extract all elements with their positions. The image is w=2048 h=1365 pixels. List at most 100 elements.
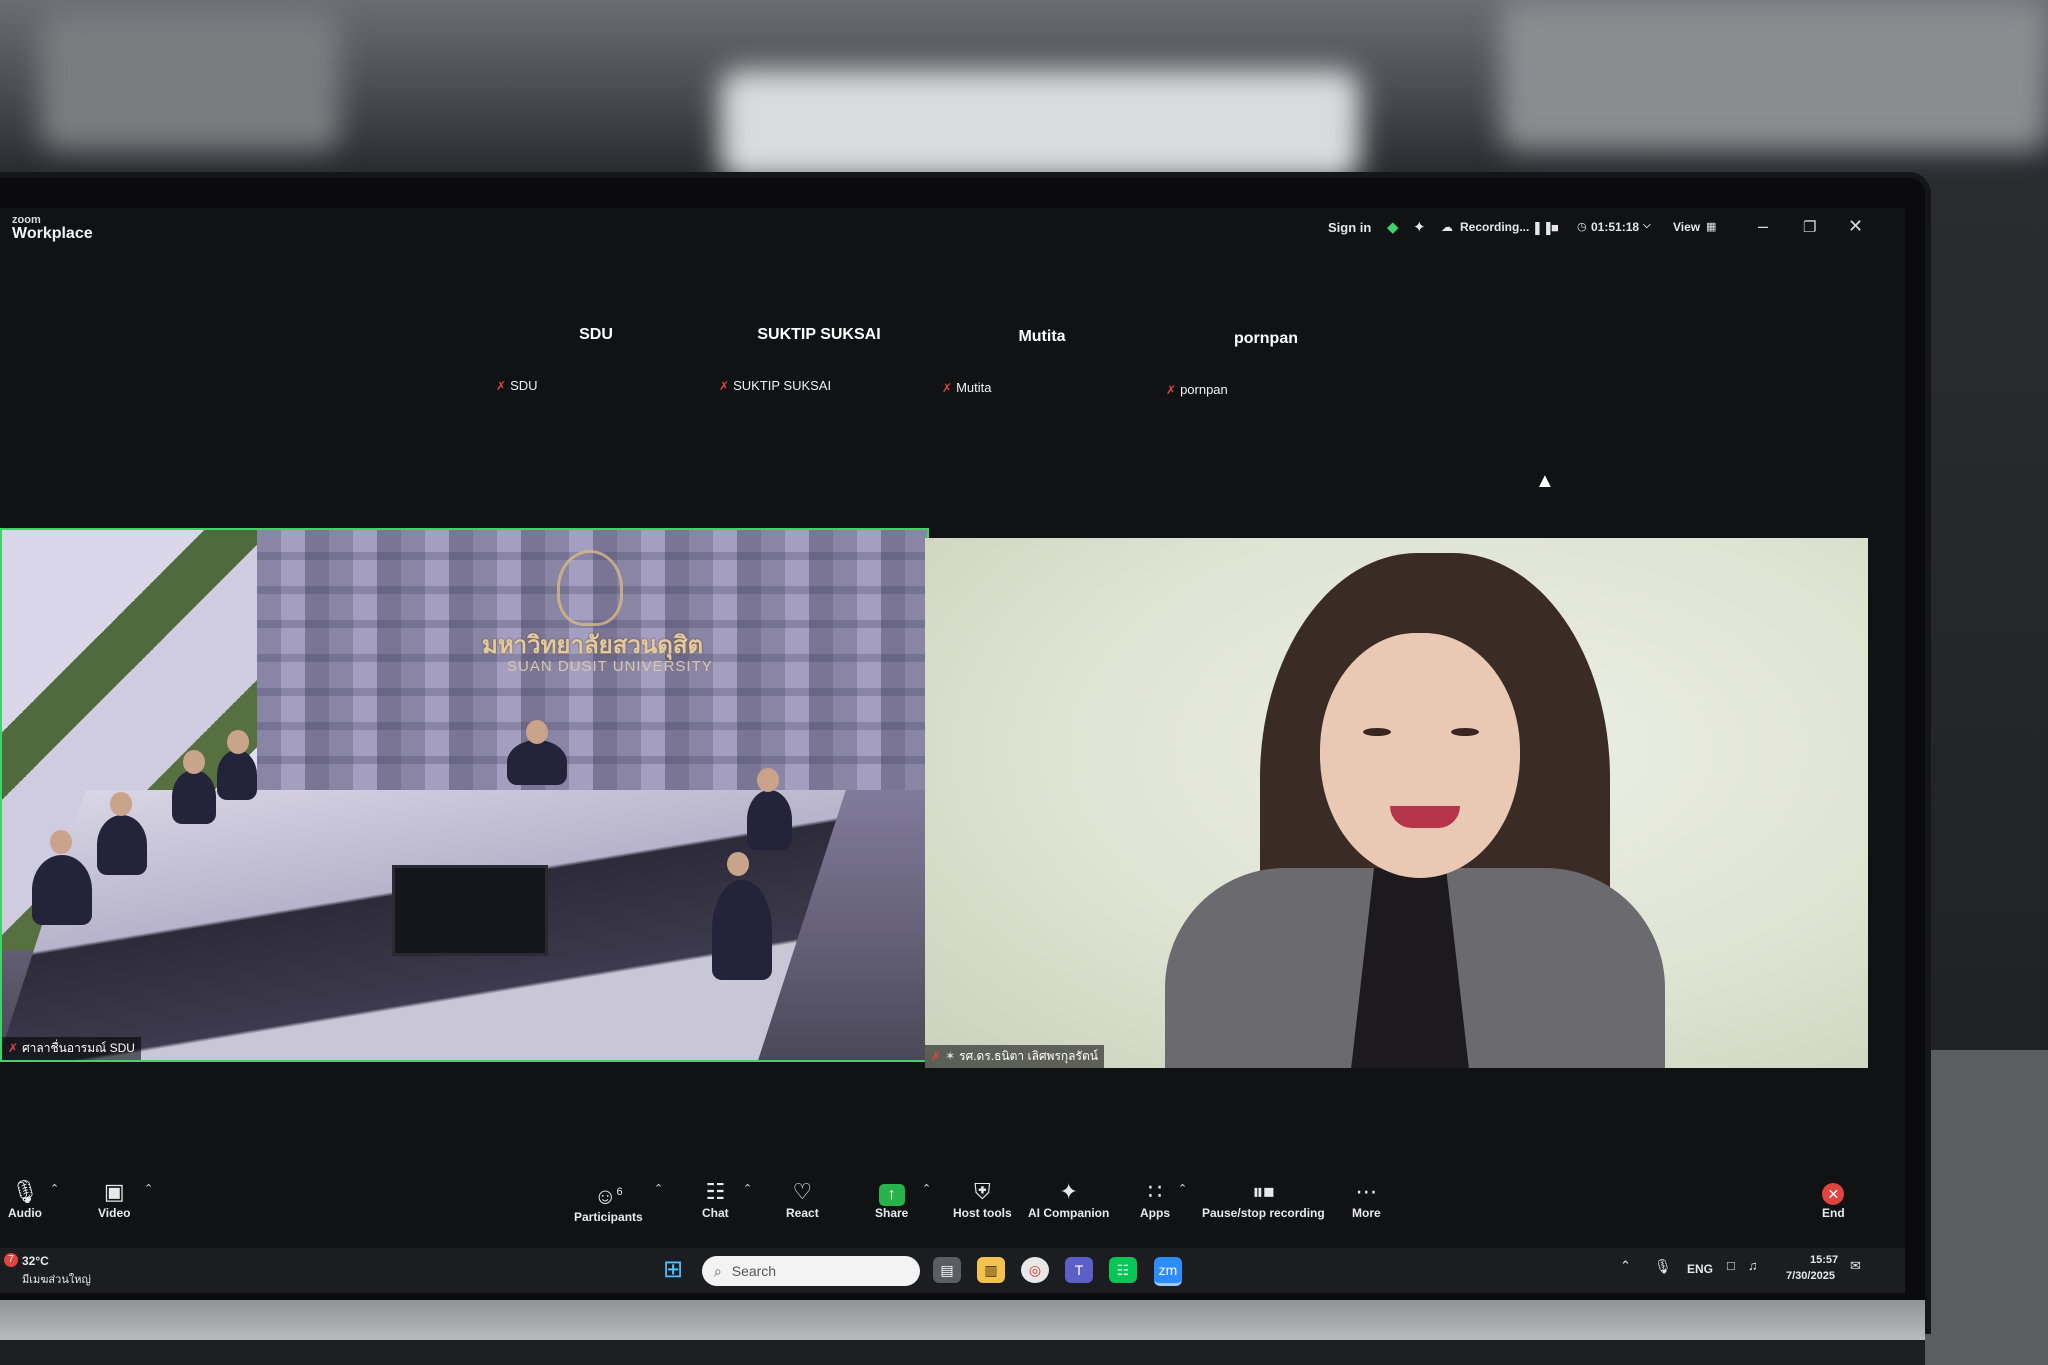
react-button[interactable]: ♡ React bbox=[786, 1178, 819, 1220]
person-head bbox=[757, 768, 779, 792]
more-label: More bbox=[1352, 1206, 1381, 1220]
shield-icon[interactable]: ◆ bbox=[1387, 218, 1399, 236]
participants-button[interactable]: ☺6 Participants bbox=[574, 1178, 643, 1224]
grid-view-icon[interactable]: ▦ bbox=[1706, 220, 1716, 233]
network-icon[interactable]: □ bbox=[1727, 1258, 1735, 1273]
host-shield-icon: ⛨ bbox=[974, 1179, 991, 1204]
person-head bbox=[526, 720, 548, 744]
participant-name: SUKTIP SUKSAI bbox=[757, 326, 881, 343]
video-label: Video bbox=[98, 1206, 131, 1220]
close-icon[interactable]: ✕ bbox=[1848, 216, 1863, 237]
teams-icon[interactable]: T bbox=[1065, 1257, 1093, 1283]
participant-label-text: Mutita bbox=[956, 380, 992, 395]
speaker-face bbox=[1320, 633, 1520, 878]
chevron-down-icon[interactable]: ⌵ bbox=[1643, 220, 1651, 231]
volume-icon[interactable]: ♫ bbox=[1748, 1258, 1758, 1273]
taskbar-search[interactable]: ⌕ Search bbox=[702, 1256, 920, 1286]
participant-label: ✗ SDU bbox=[496, 378, 538, 393]
attendee bbox=[747, 790, 792, 850]
input-language[interactable]: ENG bbox=[1687, 1262, 1713, 1276]
attendee bbox=[712, 880, 772, 980]
task-view-icon[interactable]: ▤ bbox=[933, 1257, 961, 1283]
tray-overflow-icon[interactable]: ⌃ bbox=[1620, 1258, 1631, 1274]
video-tile-speaker[interactable]: ✗ ✶ รศ.ดร.ธนิตา เลิศพรกุลรัตน์ bbox=[925, 538, 1868, 1068]
attendee bbox=[32, 855, 92, 925]
share-arrow-icon: ↑ bbox=[878, 1184, 905, 1206]
clock-date[interactable]: 7/30/2025 bbox=[1786, 1270, 1835, 1282]
more-button[interactable]: ⋯ More bbox=[1352, 1178, 1381, 1220]
view-button[interactable]: View bbox=[1673, 220, 1700, 234]
participant-label-text: SDU bbox=[510, 378, 538, 393]
clock-time[interactable]: 15:57 bbox=[1810, 1254, 1838, 1266]
desk-surface bbox=[1925, 1050, 2048, 1365]
pause-stop-recording-button[interactable]: ⏸⏹ Pause/stop recording bbox=[1202, 1178, 1325, 1220]
minimize-icon[interactable]: – bbox=[1758, 216, 1768, 237]
chat-button[interactable]: ☷ Chat bbox=[702, 1178, 729, 1220]
share-label: Share bbox=[875, 1206, 909, 1220]
participant-label: ✗ Mutita bbox=[942, 380, 991, 395]
audio-button[interactable]: 🎙︎ Audio bbox=[8, 1178, 42, 1220]
participant-name: pornpan bbox=[1234, 330, 1298, 347]
university-emblem bbox=[557, 550, 623, 626]
ai-companion-label: AI Companion bbox=[1028, 1206, 1110, 1220]
mic-muted-icon: ✗ bbox=[931, 1049, 942, 1063]
attendee bbox=[97, 815, 147, 875]
zoom-taskbar-icon[interactable]: zm bbox=[1154, 1257, 1182, 1286]
ai-sparkle-icon[interactable]: ✦ bbox=[1413, 218, 1426, 236]
video-button[interactable]: ▣ Video bbox=[98, 1178, 130, 1220]
weather-temperature[interactable]: 32°C bbox=[22, 1254, 49, 1268]
conference-monitor bbox=[392, 865, 548, 956]
host-tools-button[interactable]: ⛨ Host tools bbox=[953, 1178, 1012, 1220]
laptop-monitor: zoom Workplace Sign in ◆ ✦ ☁ Recording..… bbox=[0, 178, 1925, 1328]
mic-muted-icon: ✗ bbox=[719, 379, 730, 393]
restore-icon[interactable]: ❐ bbox=[1803, 218, 1816, 236]
apps-button[interactable]: ∷ Apps bbox=[1140, 1178, 1170, 1220]
video-options-caret-icon[interactable]: ⌃ bbox=[144, 1182, 153, 1195]
sign-in-link[interactable]: Sign in bbox=[1328, 220, 1371, 235]
file-explorer-icon[interactable]: ▥ bbox=[977, 1257, 1005, 1283]
apps-options-caret-icon[interactable]: ⌃ bbox=[1178, 1182, 1187, 1195]
participants-options-caret-icon[interactable]: ⌃ bbox=[654, 1182, 663, 1195]
background-wall bbox=[1500, 0, 2048, 150]
video-name-tag: ✗ ✶ รศ.ดร.ธนิตา เลิศพรกุลรัตน์ bbox=[925, 1045, 1104, 1068]
chrome-icon[interactable]: ◎ bbox=[1021, 1257, 1049, 1283]
end-button[interactable]: ✕ End bbox=[1822, 1178, 1845, 1220]
video-name-tag-text: ศาลาชื่นอารมณ์ SDU bbox=[22, 1041, 135, 1055]
search-icon: ⌕ bbox=[714, 1263, 722, 1279]
share-options-caret-icon[interactable]: ⌃ bbox=[922, 1182, 931, 1195]
zoom-window: zoom Workplace Sign in ◆ ✦ ☁ Recording..… bbox=[0, 208, 1905, 1293]
participant-label: ✗ pornpan bbox=[1166, 382, 1228, 397]
line-icon[interactable]: ☷ bbox=[1109, 1257, 1137, 1283]
participant-tile-suktip[interactable]: SUKTIP SUKSAI ✗ SUKTIP SUKSAI bbox=[719, 326, 919, 393]
recording-label[interactable]: Recording... bbox=[1460, 220, 1529, 234]
end-label: End bbox=[1822, 1206, 1845, 1220]
stop-icon[interactable]: ■ bbox=[1551, 220, 1559, 235]
attendee bbox=[217, 750, 257, 800]
ai-companion-button[interactable]: ✦ AI Companion bbox=[1028, 1178, 1109, 1220]
notification-bell-icon[interactable]: ✉ bbox=[1850, 1258, 1861, 1274]
audio-options-caret-icon[interactable]: ⌃ bbox=[50, 1182, 59, 1195]
participant-label-text: pornpan bbox=[1180, 382, 1228, 397]
more-dots-icon: ⋯ bbox=[1355, 1179, 1378, 1204]
participant-tile-mutita[interactable]: Mutita ✗ Mutita bbox=[942, 328, 1142, 395]
share-button[interactable]: ↑ Share bbox=[875, 1178, 908, 1220]
video-tile-conference-room[interactable]: มหาวิทยาลัยสวนดุสิต SUAN DUSIT UNIVERSIT… bbox=[0, 528, 929, 1062]
mic-muted-icon: ✗ bbox=[496, 379, 507, 393]
react-label: React bbox=[786, 1206, 819, 1220]
meeting-timer[interactable]: 01:51:18 bbox=[1591, 220, 1639, 234]
apps-label: Apps bbox=[1140, 1206, 1170, 1220]
windows-start-icon[interactable]: ⊞ bbox=[663, 1258, 683, 1282]
person-head bbox=[727, 852, 749, 876]
attendee bbox=[172, 770, 216, 824]
participant-tile-pornpan[interactable]: pornpan ✗ pornpan bbox=[1166, 330, 1366, 397]
chat-options-caret-icon[interactable]: ⌃ bbox=[743, 1182, 752, 1195]
camera-icon: ▣ bbox=[103, 1179, 125, 1204]
tray-microphone-icon[interactable]: 🎙︎ bbox=[1654, 1258, 1672, 1275]
microphone-icon: 🎙︎ bbox=[11, 1179, 39, 1204]
ai-sparkle-icon: ✦ bbox=[1059, 1179, 1078, 1204]
host-tools-label: Host tools bbox=[953, 1206, 1012, 1220]
mic-muted-icon: ✗ bbox=[1166, 383, 1177, 397]
mouse-cursor-icon: ▲ bbox=[1535, 470, 1555, 492]
participant-tile-sdu[interactable]: SDU ✗ SDU bbox=[496, 326, 696, 393]
weather-description[interactable]: มีเมฆส่วนใหญ่ bbox=[22, 1270, 91, 1288]
